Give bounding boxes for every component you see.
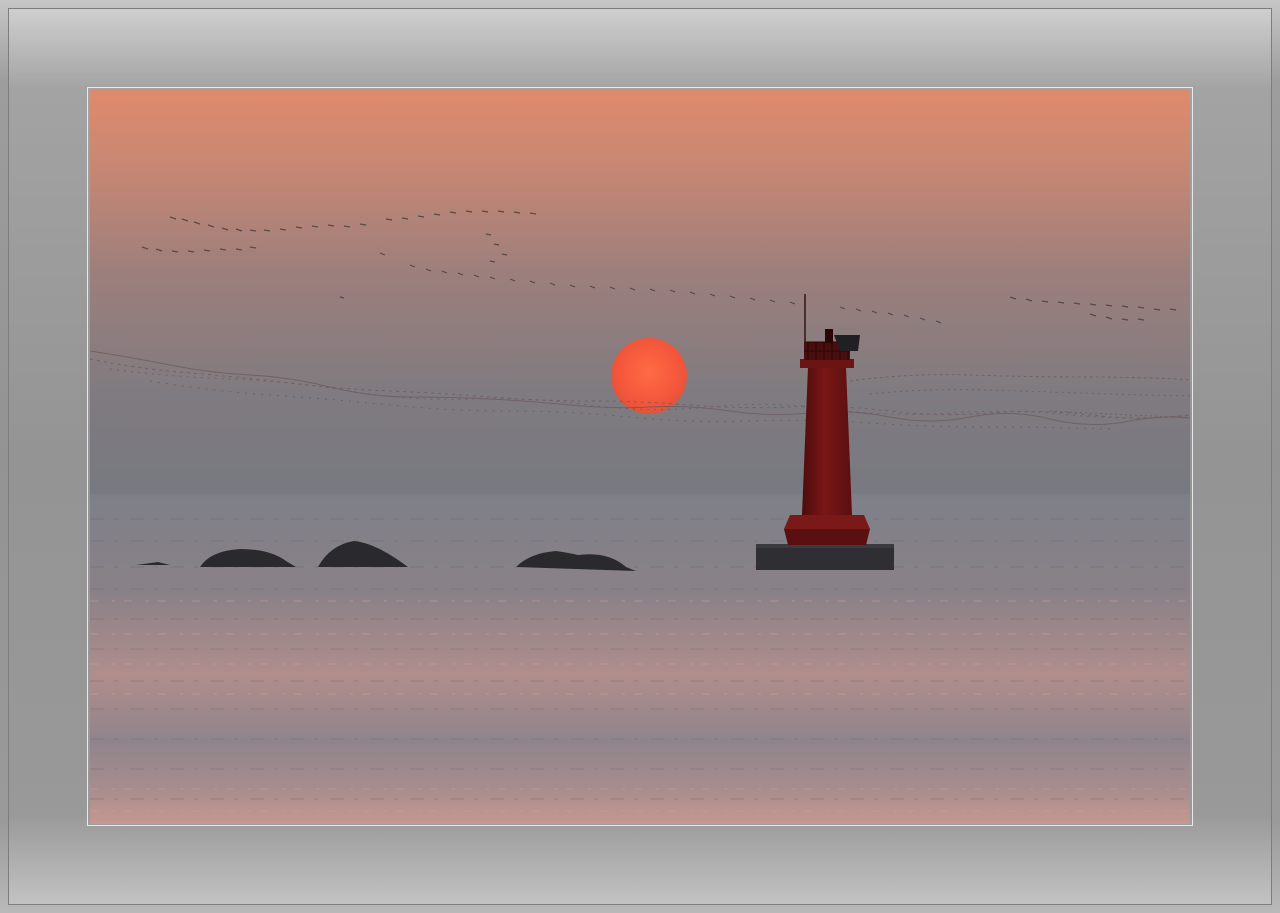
sea <box>90 494 1190 824</box>
scene <box>90 89 1190 824</box>
picture-frame <box>0 0 1280 913</box>
sky <box>90 89 1190 499</box>
photo <box>90 89 1190 824</box>
